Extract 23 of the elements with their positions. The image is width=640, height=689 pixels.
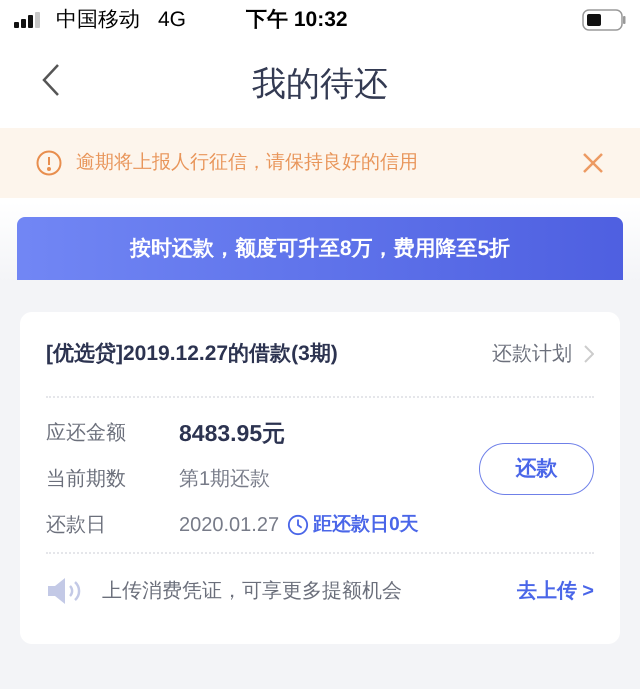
upload-link[interactable]: 去上传 > [516,576,594,606]
promo-banner[interactable]: 按时还款，额度可升至8万，费用降至5折 [17,217,623,280]
row-label: 应还金额 [46,421,127,446]
due-countdown: 距还款日0天 [313,512,419,537]
due-date: 2020.01.27 [179,513,280,538]
clock-icon [287,514,310,536]
chevron-icon [584,345,594,363]
promo-text: 按时还款，额度可升至8万，费用降至5折 [130,236,510,262]
tip-text: 上传消费凭证，可享更多提额机会 [102,579,402,604]
carrier-name: 中国移动 [56,7,140,34]
row-label: 还款日 [46,513,107,538]
network-type: 4G [158,7,186,34]
period-value: 第1期还款 [179,467,270,492]
notice-text: 逾期将上报人行征信，请保持良好的信用 [76,150,418,175]
repay-button[interactable]: 还款 [479,443,594,495]
row-label: 当前期数 [46,467,127,492]
warning-icon [36,150,62,176]
battery-icon [582,9,626,31]
clock-time: 下午 10:32 [246,7,348,34]
loan-title: [优选贷]2019.12.27的借款(3期) [46,341,338,368]
plan-link[interactable]: 还款计划 [492,339,594,369]
page-title: 我的待还 [252,64,388,104]
amount-value: 8483.95元 [179,418,286,448]
